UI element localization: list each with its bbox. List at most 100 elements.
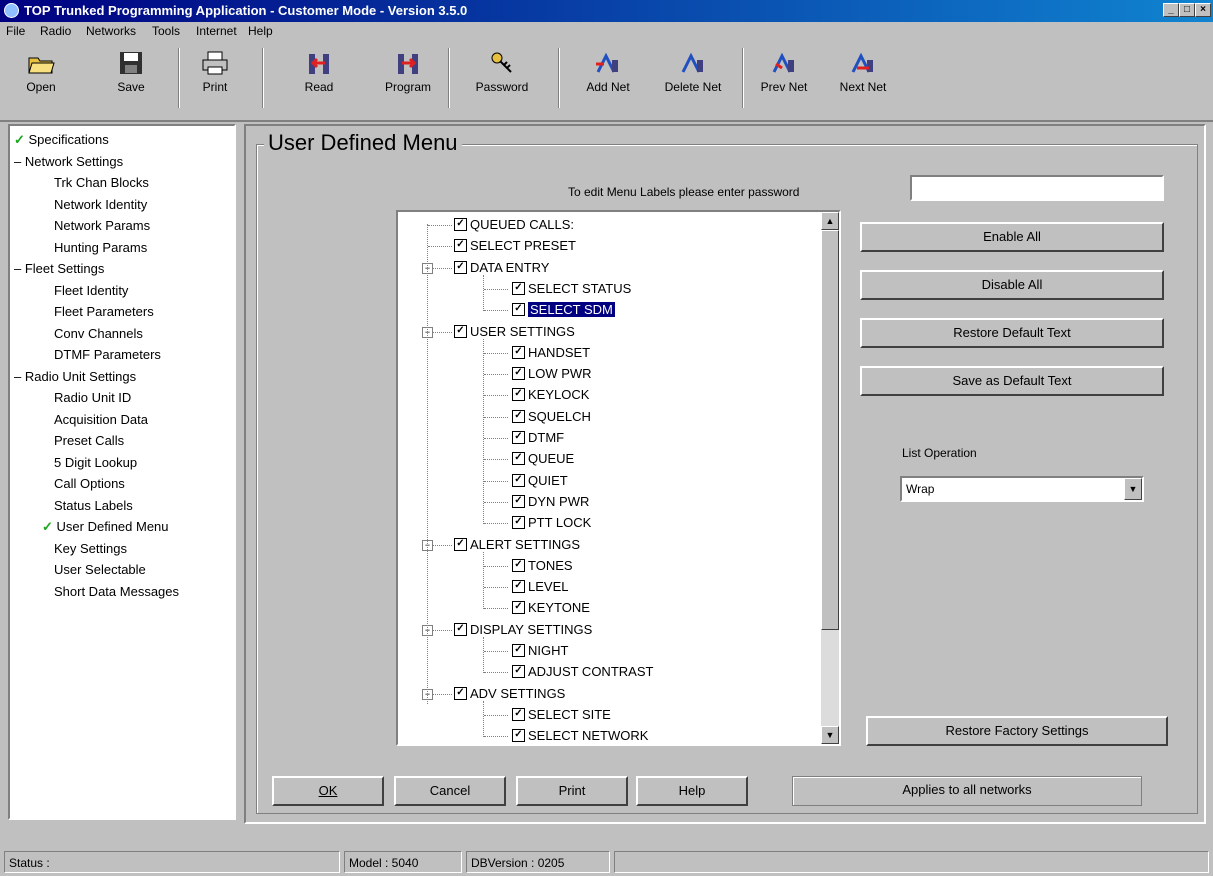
menu-tree[interactable]: ✓ QUEUED CALLS: ✓ SELECT PRESET ✓ DATA ENTRY −… — [396, 210, 841, 746]
tree-item[interactable]: ✓ HANDSET — [512, 342, 590, 363]
tree-item-checkbox[interactable]: ✓ — [512, 516, 525, 530]
tree-item[interactable]: ✓ USER SETTINGS — [454, 321, 575, 342]
tree-item[interactable]: ✓ SELECT SDM — [512, 299, 615, 320]
save-default-text-button[interactable]: Save as Default Text — [860, 366, 1164, 396]
delete-net-button[interactable]: Delete Net — [650, 46, 736, 110]
next-net-button[interactable]: Next Net — [830, 46, 896, 110]
scroll-down-button[interactable]: ▼ — [821, 726, 839, 744]
nav-item[interactable]: – Network Settings — [14, 152, 123, 172]
tree-item[interactable]: ✓ LOW PWR — [512, 363, 592, 384]
menu-radio[interactable]: Radio — [40, 24, 71, 38]
nav-item[interactable]: Hunting Params — [54, 238, 147, 258]
tree-item-checkbox[interactable]: ✓ — [512, 431, 525, 445]
tree-item-checkbox[interactable]: ✓ — [454, 622, 467, 636]
tree-item[interactable]: ✓ DYN PWR — [512, 491, 589, 512]
nav-item[interactable]: – Radio Unit Settings — [14, 367, 136, 387]
tree-item[interactable]: ✓ SELECT STATUS — [512, 278, 631, 299]
tree-item[interactable]: ✓ SQUELCH — [512, 406, 591, 427]
tree-item-checkbox[interactable]: ✓ — [454, 686, 467, 700]
nav-item[interactable]: Acquisition Data — [54, 410, 148, 430]
nav-item[interactable]: ✓ Specifications — [14, 130, 109, 150]
tree-item-checkbox[interactable]: ✓ — [454, 537, 467, 551]
nav-item[interactable]: Fleet Parameters — [54, 302, 154, 322]
menu-networks[interactable]: Networks — [86, 24, 136, 38]
tree-item-checkbox[interactable]: ✓ — [454, 260, 467, 274]
nav-item[interactable]: Trk Chan Blocks — [54, 173, 149, 193]
enable-all-button[interactable]: Enable All — [860, 222, 1164, 252]
tree-item-checkbox[interactable]: ✓ — [454, 324, 467, 338]
tree-item-checkbox[interactable]: ✓ — [512, 303, 525, 317]
disable-all-button[interactable]: Disable All — [860, 270, 1164, 300]
tree-item-checkbox[interactable]: ✓ — [512, 367, 525, 381]
nav-item[interactable]: Status Labels — [54, 496, 133, 516]
menu-internet[interactable]: Internet — [196, 24, 237, 38]
applies-to-all-networks-button[interactable]: Applies to all networks — [792, 776, 1142, 806]
nav-item[interactable]: Fleet Identity — [54, 281, 128, 301]
collapse-icon[interactable]: – — [14, 154, 25, 169]
print-button[interactable]: Print — [190, 46, 240, 110]
tree-item-checkbox[interactable]: ✓ — [512, 644, 525, 658]
nav-item[interactable]: Network Params — [54, 216, 150, 236]
tree-item[interactable]: ✓ ADV SETTINGS — [454, 683, 565, 704]
tree-item-checkbox[interactable]: ✓ — [512, 281, 525, 295]
menu-file[interactable]: File — [6, 24, 25, 38]
nav-item[interactable]: – Fleet Settings — [14, 259, 104, 279]
tree-item-checkbox[interactable]: ✓ — [512, 601, 525, 615]
tree-item-checkbox[interactable]: ✓ — [512, 473, 525, 487]
open-button[interactable]: Open — [14, 46, 68, 110]
tree-item[interactable]: ✓ NIGHT — [512, 640, 568, 661]
tree-item-checkbox[interactable]: ✓ — [512, 707, 525, 721]
help-button[interactable]: Help — [636, 776, 748, 806]
save-button[interactable]: Save — [104, 46, 158, 110]
read-button[interactable]: Read — [294, 46, 344, 110]
tree-item-checkbox[interactable]: ✓ — [454, 239, 467, 253]
vertical-scrollbar[interactable]: ▲ ▼ — [821, 212, 839, 744]
tree-item-checkbox[interactable]: ✓ — [512, 409, 525, 423]
tree-item[interactable]: ✓ SELECT PRESET — [454, 235, 576, 256]
scroll-thumb[interactable] — [821, 230, 839, 630]
cancel-button[interactable]: Cancel — [394, 776, 506, 806]
scroll-up-button[interactable]: ▲ — [821, 212, 839, 230]
tree-item-checkbox[interactable]: ✓ — [512, 558, 525, 572]
tree-item[interactable]: ✓ SELECT NETWORK — [512, 725, 648, 744]
minimize-button[interactable]: _ — [1163, 3, 1179, 17]
collapse-icon[interactable]: – — [14, 261, 25, 276]
tree-item[interactable]: ✓ PTT LOCK — [512, 512, 591, 533]
add-net-button[interactable]: Add Net — [572, 46, 644, 110]
tree-item-checkbox[interactable]: ✓ — [512, 452, 525, 466]
tree-item[interactable]: ✓ TONES — [512, 555, 573, 576]
nav-item[interactable]: Network Identity — [54, 195, 147, 215]
restore-factory-settings-button[interactable]: Restore Factory Settings — [866, 716, 1168, 746]
maximize-button[interactable]: □ — [1179, 3, 1195, 17]
password-button[interactable]: Password — [456, 46, 548, 110]
nav-item[interactable]: Conv Channels — [54, 324, 143, 344]
nav-item[interactable]: 5 Digit Lookup — [54, 453, 137, 473]
tree-item[interactable]: ✓ ALERT SETTINGS — [454, 534, 580, 555]
restore-default-text-button[interactable]: Restore Default Text — [860, 318, 1164, 348]
nav-item[interactable]: Radio Unit ID — [54, 388, 131, 408]
tree-item[interactable]: ✓ KEYLOCK — [512, 384, 589, 405]
tree-item-checkbox[interactable]: ✓ — [454, 218, 467, 232]
program-button[interactable]: Program — [378, 46, 438, 110]
tree-item[interactable]: ✓ DATA ENTRY — [454, 257, 549, 278]
nav-item[interactable]: ✓ User Defined Menu — [42, 517, 169, 537]
nav-item[interactable]: User Selectable — [54, 560, 146, 580]
nav-item[interactable]: Preset Calls — [54, 431, 124, 451]
tree-item[interactable]: ✓ LEVEL — [512, 576, 568, 597]
prev-net-button[interactable]: Prev Net — [752, 46, 816, 110]
dropdown-arrow-icon[interactable]: ▼ — [1124, 478, 1142, 500]
tree-item[interactable]: ✓ QUIET — [512, 470, 568, 491]
tree-item-checkbox[interactable]: ✓ — [512, 388, 525, 402]
tree-item-checkbox[interactable]: ✓ — [512, 580, 525, 594]
tree-item[interactable]: ✓ SELECT SITE — [512, 704, 611, 725]
ok-button[interactable]: OK — [272, 776, 384, 806]
tree-item[interactable]: ✓ QUEUED CALLS: — [454, 214, 574, 235]
tree-item[interactable]: ✓ DTMF — [512, 427, 564, 448]
password-input[interactable] — [910, 175, 1164, 201]
print-dialog-button[interactable]: Print — [516, 776, 628, 806]
menu-help[interactable]: Help — [248, 24, 273, 38]
nav-item[interactable]: Key Settings — [54, 539, 127, 559]
tree-item-checkbox[interactable]: ✓ — [512, 665, 525, 679]
tree-item-checkbox[interactable]: ✓ — [512, 494, 525, 508]
close-button[interactable]: × — [1195, 3, 1211, 17]
